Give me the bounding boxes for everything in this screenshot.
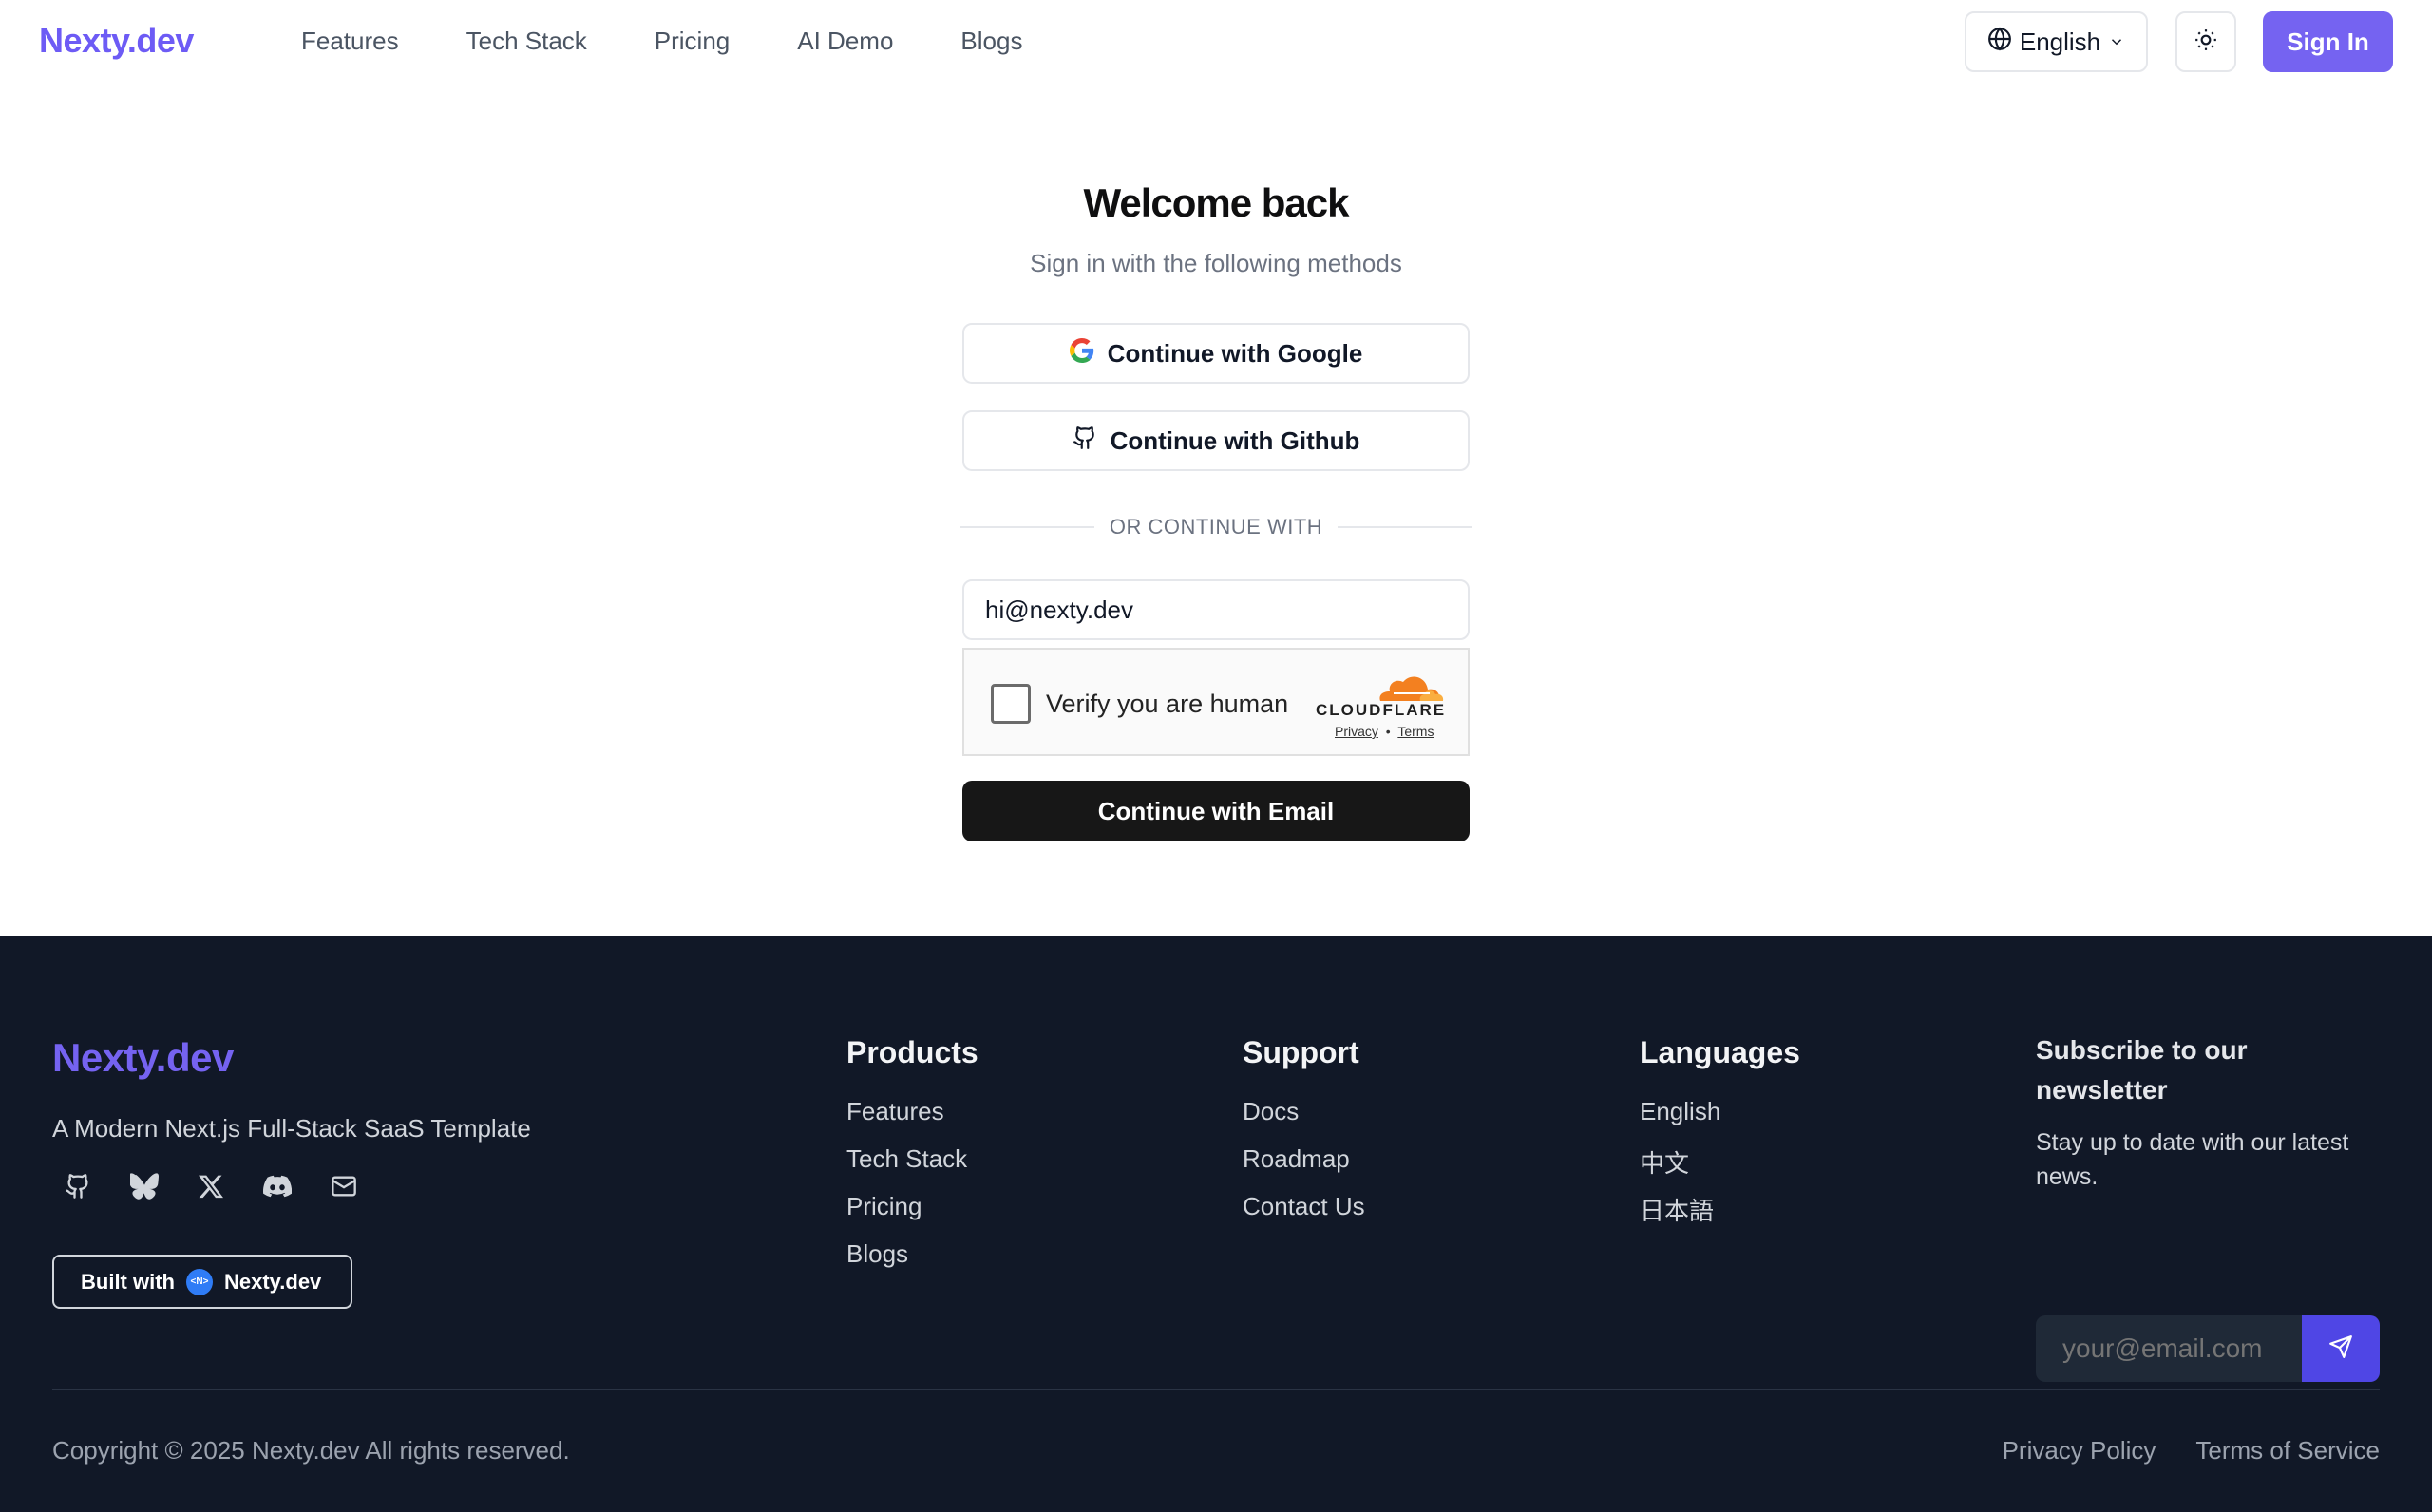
nav-features[interactable]: Features bbox=[301, 27, 399, 56]
newsletter-form bbox=[2036, 1315, 2380, 1382]
built-with-brand: Nexty.dev bbox=[223, 1269, 322, 1294]
language-select[interactable]: English bbox=[1965, 11, 2148, 72]
products-heading: Products bbox=[846, 1035, 978, 1069]
footer-link-tech-stack[interactable]: Tech Stack bbox=[846, 1144, 978, 1192]
footer-support-column: Support Docs Roadmap Contact Us bbox=[1243, 1035, 1365, 1239]
sign-in-button[interactable]: Sign In bbox=[2263, 11, 2393, 72]
terms-of-service-link[interactable]: Terms of Service bbox=[2195, 1436, 2380, 1465]
continue-with-email-button[interactable]: Continue with Email bbox=[962, 781, 1470, 841]
privacy-policy-link[interactable]: Privacy Policy bbox=[2003, 1436, 2156, 1465]
google-icon bbox=[1069, 337, 1094, 369]
footer-products-column: Products Features Tech Stack Pricing Blo… bbox=[846, 1035, 978, 1287]
theme-toggle-button[interactable] bbox=[2176, 11, 2236, 72]
newsletter-heading: Subscribe to our newsletter bbox=[2036, 1035, 2248, 1105]
footer-divider bbox=[52, 1389, 2380, 1390]
captcha-privacy-link[interactable]: Privacy bbox=[1335, 724, 1378, 739]
github-icon bbox=[1073, 425, 1097, 457]
captcha-checkbox[interactable] bbox=[991, 684, 1031, 724]
github-icon[interactable] bbox=[63, 1171, 93, 1201]
divider-text: OR CONTINUE WITH bbox=[1109, 515, 1323, 539]
footer-link-features[interactable]: Features bbox=[846, 1097, 978, 1144]
newsletter-section: Subscribe to our newsletter Stay up to d… bbox=[2036, 1030, 2380, 1382]
divider-line-left bbox=[960, 526, 1094, 528]
captcha-links: Privacy • Terms bbox=[1335, 724, 1434, 739]
captcha-label: Verify you are human bbox=[1046, 690, 1289, 718]
social-links bbox=[63, 1171, 359, 1201]
footer-logo[interactable]: Nexty.dev bbox=[52, 1035, 234, 1081]
discord-icon[interactable] bbox=[262, 1171, 293, 1201]
send-icon bbox=[2328, 1334, 2353, 1364]
main-nav: Features Tech Stack Pricing AI Demo Blog… bbox=[301, 27, 1090, 56]
footer-link-docs[interactable]: Docs bbox=[1243, 1097, 1365, 1144]
built-with-badge[interactable]: Built with <N> Nexty.dev bbox=[52, 1255, 352, 1309]
email-field[interactable] bbox=[962, 579, 1470, 640]
site-footer: Nexty.dev A Modern Next.js Full-Stack Sa… bbox=[0, 936, 2432, 1512]
languages-heading: Languages bbox=[1640, 1035, 1800, 1069]
x-icon[interactable] bbox=[196, 1171, 226, 1201]
newsletter-email-input[interactable] bbox=[2036, 1315, 2302, 1382]
footer-link-contact[interactable]: Contact Us bbox=[1243, 1192, 1365, 1239]
logo[interactable]: Nexty.dev bbox=[39, 21, 194, 61]
footer-link-chinese[interactable]: 中文 bbox=[1640, 1144, 1800, 1192]
footer-link-blogs[interactable]: Blogs bbox=[846, 1239, 978, 1287]
captcha-brand: CLOUDFLARE bbox=[1316, 701, 1447, 719]
bluesky-icon[interactable] bbox=[129, 1171, 160, 1201]
google-signin-button[interactable]: Continue with Google bbox=[962, 323, 1470, 384]
captcha-widget: Verify you are human CLOUDFLARE Privacy … bbox=[962, 648, 1470, 756]
built-with-label: Built with bbox=[81, 1269, 175, 1294]
nav-tech-stack[interactable]: Tech Stack bbox=[466, 27, 587, 56]
auth-section: Welcome back Sign in with the following … bbox=[0, 85, 2432, 936]
chevron-down-icon bbox=[2108, 28, 2125, 57]
footer-link-english[interactable]: English bbox=[1640, 1097, 1800, 1144]
legal-links: Privacy Policy Terms of Service bbox=[2003, 1436, 2380, 1465]
footer-link-roadmap[interactable]: Roadmap bbox=[1243, 1144, 1365, 1192]
language-label: English bbox=[2019, 27, 2101, 56]
nexty-badge-icon: <N> bbox=[185, 1268, 213, 1295]
globe-icon bbox=[1987, 27, 2012, 58]
google-button-label: Continue with Google bbox=[1107, 338, 1363, 368]
nav-blogs[interactable]: Blogs bbox=[960, 27, 1022, 56]
footer-languages-column: Languages English 中文 日本語 bbox=[1640, 1035, 1800, 1239]
footer-tagline: A Modern Next.js Full-Stack SaaS Templat… bbox=[52, 1114, 531, 1143]
mail-icon[interactable] bbox=[329, 1171, 359, 1201]
newsletter-text: Stay up to date with our latest news. bbox=[2036, 1129, 2349, 1190]
newsletter-submit-button[interactable] bbox=[2302, 1315, 2380, 1382]
github-signin-button[interactable]: Continue with Github bbox=[962, 410, 1470, 471]
page-subtitle: Sign in with the following methods bbox=[1030, 249, 1402, 277]
support-heading: Support bbox=[1243, 1035, 1359, 1069]
footer-link-pricing[interactable]: Pricing bbox=[846, 1192, 978, 1239]
copyright-text: Copyright © 2025 Nexty.dev All rights re… bbox=[52, 1436, 570, 1465]
nav-pricing[interactable]: Pricing bbox=[655, 27, 730, 56]
footer-link-japanese[interactable]: 日本語 bbox=[1640, 1192, 1800, 1239]
divider-line-right bbox=[1338, 526, 1472, 528]
captcha-terms-link[interactable]: Terms bbox=[1397, 724, 1434, 739]
sun-icon bbox=[2194, 28, 2218, 57]
or-divider: OR CONTINUE WITH bbox=[960, 513, 1472, 541]
github-button-label: Continue with Github bbox=[1110, 425, 1360, 455]
site-header: Nexty.dev Features Tech Stack Pricing AI… bbox=[0, 0, 2432, 85]
nav-ai-demo[interactable]: AI Demo bbox=[797, 27, 893, 56]
captcha-separator: • bbox=[1385, 724, 1391, 739]
page-title: Welcome back bbox=[1083, 180, 1349, 225]
